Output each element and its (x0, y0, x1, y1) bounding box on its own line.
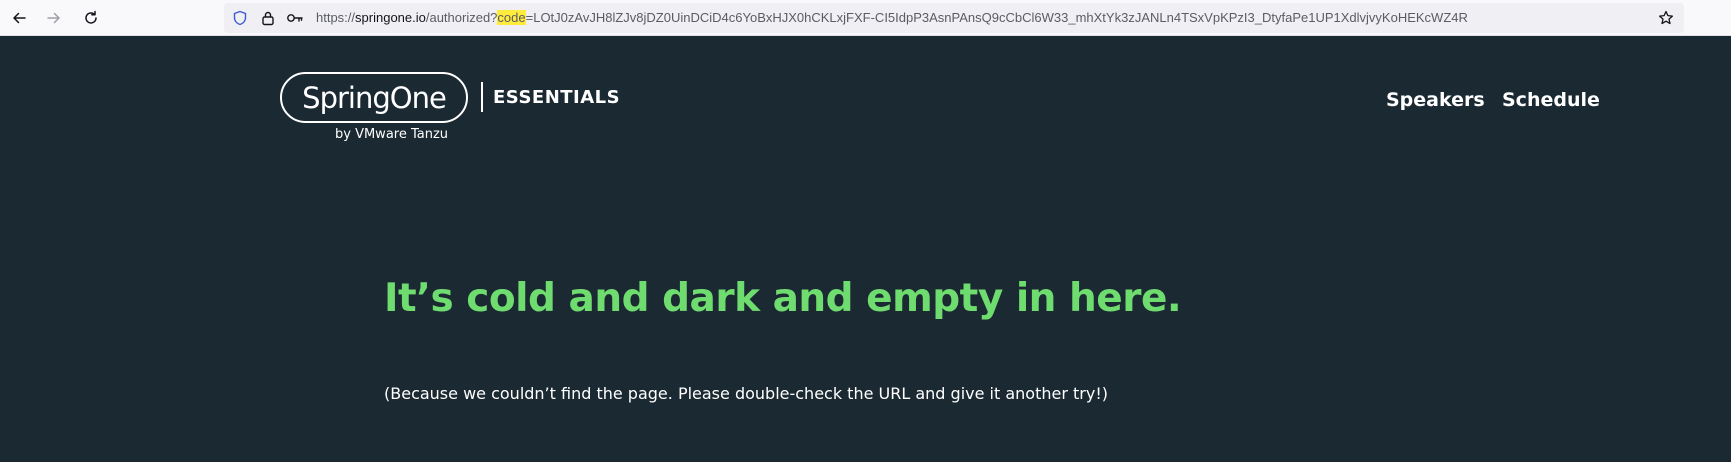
url-highlight: code (497, 10, 526, 25)
url-prefix: https:// (316, 10, 356, 25)
springone-logo[interactable]: SpringOne (280, 72, 468, 123)
logo-divider (481, 82, 483, 112)
url-path: /authorized? (425, 10, 498, 25)
logo-name: SpringOne (302, 80, 447, 115)
url-rest: =LOtJ0zAvJH8lZJv8jDZ0UinDCiD4c6YoBxHJX0h… (525, 10, 1468, 25)
logo-by-vmware: by VMware Tanzu (335, 127, 449, 142)
url-text[interactable]: https://springone.io/authorized?code=LOt… (316, 3, 1468, 33)
back-arrow-icon (13, 12, 26, 24)
page-headline: It’s cold and dark and empty in here. (384, 276, 1182, 321)
reload-button[interactable] (78, 5, 104, 31)
reload-icon (85, 10, 97, 24)
nav-schedule-link[interactable]: Schedule (1502, 89, 1600, 111)
back-button[interactable] (6, 5, 32, 31)
key-icon[interactable] (286, 10, 304, 26)
bookmark-star-icon[interactable] (1658, 10, 1674, 26)
logo-essentials: ESSENTIALS (493, 87, 621, 108)
forward-arrow-icon (47, 12, 60, 24)
address-bar[interactable]: https://springone.io/authorized?code=LOt… (224, 3, 1684, 33)
forward-button[interactable] (41, 5, 67, 31)
url-host: springone.io (355, 10, 426, 25)
error-message: (Because we couldn’t find the page. Plea… (384, 384, 1108, 403)
shield-icon[interactable] (232, 10, 248, 26)
lock-icon[interactable] (260, 10, 276, 26)
nav-speakers-link[interactable]: Speakers (1386, 89, 1485, 111)
browser-toolbar: https://springone.io/authorized?code=LOt… (0, 0, 1731, 36)
